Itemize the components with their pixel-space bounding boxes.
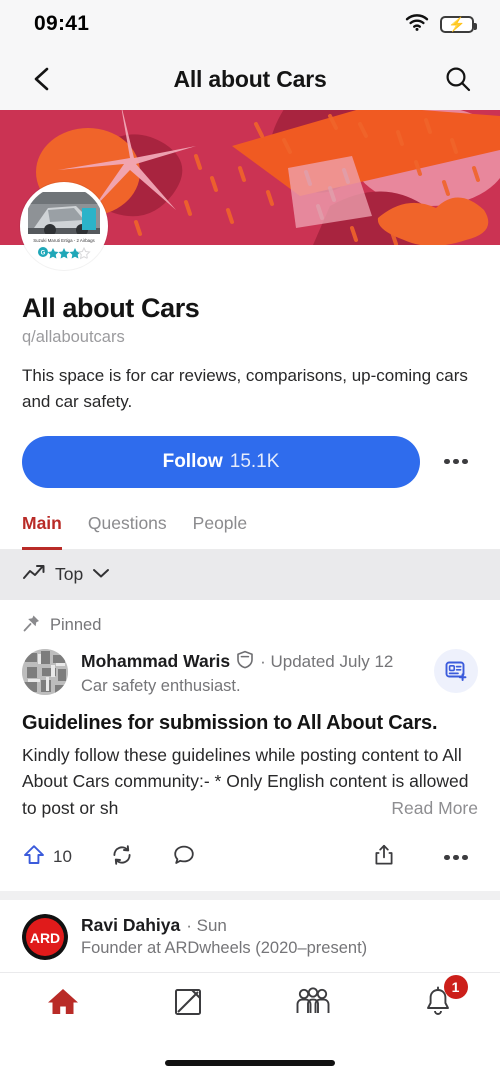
post-body: Kindly follow these guidelines while pos… (22, 742, 478, 822)
back-chevron-icon[interactable] (22, 59, 62, 99)
compose-icon (172, 986, 204, 1023)
space-profile: All about Cars q/allaboutcars This space… (0, 245, 500, 488)
space-avatar-image: Suzuki Maruti Ertiga - 2 Airbags G (24, 186, 104, 266)
post-author-name[interactable]: Ravi Dahiya (81, 915, 180, 936)
feed-post-second: ARD Ravi Dahiya · Sun Founder at ARDwhee… (0, 900, 500, 973)
subscribe-feed-icon[interactable] (434, 648, 478, 693)
post-header: Mohammad Waris · Updated July 12 Car saf… (22, 648, 478, 696)
tab-questions[interactable]: Questions (88, 513, 167, 550)
feed-post-pinned: Pinned Mohammad Waris · Updated July 12 … (0, 599, 500, 892)
post-author-meta: Mohammad Waris · Updated July 12 Car saf… (81, 649, 421, 696)
upvote-arrow-icon (22, 843, 46, 872)
tab-people[interactable]: People (193, 513, 248, 550)
follow-button-label: Follow (162, 450, 223, 472)
feed-divider (0, 891, 500, 901)
spaces-people-icon (295, 986, 331, 1022)
author-avatar[interactable]: ARD (22, 914, 68, 961)
nav-home[interactable] (0, 973, 125, 1035)
post-author-credential: Founder at ARDwheels (2020–present) (81, 939, 368, 958)
post-title[interactable]: Guidelines for submission to All About C… (22, 710, 478, 736)
post-timestamp: · Sun (186, 915, 227, 935)
nav-spaces[interactable] (250, 973, 375, 1035)
upvote-count: 10 (53, 847, 72, 867)
battery-charging-icon: ⚡ (440, 15, 477, 33)
search-icon[interactable] (438, 59, 478, 99)
notification-badge: 1 (443, 975, 468, 999)
share-icon (372, 843, 396, 872)
tab-main[interactable]: Main (22, 513, 62, 550)
author-avatar[interactable] (22, 648, 68, 695)
space-avatar[interactable]: Suzuki Maruti Ertiga - 2 Airbags G (20, 182, 108, 270)
share-button[interactable] (372, 843, 396, 872)
repost-button[interactable] (110, 843, 134, 872)
pushpin-icon (22, 614, 41, 638)
post-author-meta: Ravi Dahiya · Sun Founder at ARDwheels (… (81, 914, 478, 958)
follow-row: Follow 15.1K (22, 435, 478, 488)
repost-icon (110, 843, 134, 872)
pinned-row: Pinned (22, 614, 478, 638)
svg-text:ARD: ARD (30, 930, 60, 946)
three-dots-icon (444, 854, 468, 861)
three-dots-icon (444, 458, 468, 465)
space-tabs: Main Questions People (0, 512, 500, 550)
space-description: This space is for car reviews, compariso… (22, 366, 468, 412)
pinned-label: Pinned (50, 616, 102, 635)
space-more-menu-button[interactable] (434, 440, 478, 484)
space-title: All about Cars (22, 293, 200, 323)
nav-compose[interactable] (125, 973, 250, 1035)
chevron-down-icon (92, 566, 110, 584)
sort-bar[interactable]: Top (0, 549, 500, 600)
post-author-credential: Car safety enthusiast. (81, 676, 241, 695)
trending-up-icon (22, 563, 46, 586)
post-actions: 10 (22, 835, 478, 879)
bottom-navigation: 1 (0, 972, 500, 1080)
sort-label: Top (55, 564, 84, 585)
post-header: ARD Ravi Dahiya · Sun Founder at ARDwhee… (22, 914, 478, 961)
follow-count: 15.1K (229, 450, 280, 472)
status-time: 09:41 (34, 12, 90, 35)
svg-text:Suzuki Maruti Ertiga - 2 Airba: Suzuki Maruti Ertiga - 2 Airbags (33, 238, 95, 243)
home-indicator (165, 1060, 335, 1066)
status-bar: 09:41 ⚡ (0, 0, 500, 48)
home-icon (46, 986, 80, 1023)
post-more-menu-button[interactable] (434, 835, 478, 879)
svg-text:G: G (41, 251, 46, 257)
post-timestamp: · Updated July 12 (260, 651, 394, 671)
read-more-link[interactable]: Read More (351, 794, 478, 822)
upvote-button[interactable]: 10 (22, 843, 72, 872)
comment-button[interactable] (172, 843, 196, 872)
follow-button[interactable]: Follow 15.1K (22, 435, 420, 488)
comment-bubble-icon (172, 843, 196, 872)
nav-notifications[interactable]: 1 (375, 973, 500, 1035)
page-title: All about Cars (173, 65, 327, 92)
post-author-name[interactable]: Mohammad Waris (81, 651, 230, 672)
wifi-icon (405, 13, 429, 36)
status-indicators: ⚡ (405, 13, 477, 36)
space-handle: q/allaboutcars (22, 328, 125, 346)
app-header: All about Cars (0, 48, 500, 110)
moderator-shield-icon (236, 650, 254, 674)
